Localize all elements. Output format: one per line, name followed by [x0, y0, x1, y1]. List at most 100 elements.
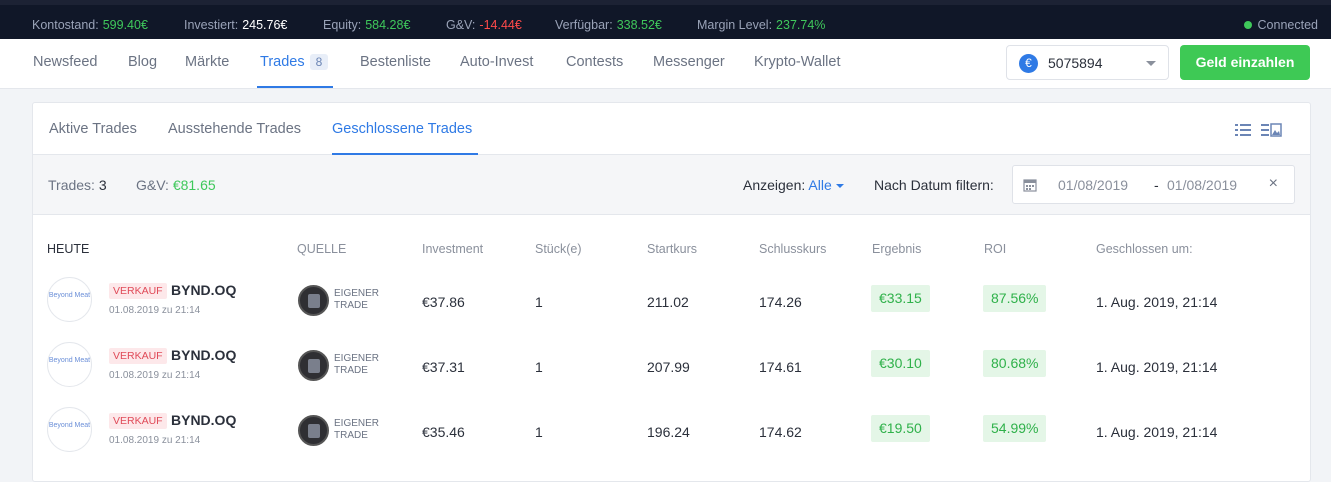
instrument-symbol[interactable]: BYND.OQ [171, 412, 236, 428]
stat-pl: G&V: -14.44€ [446, 18, 522, 32]
trades-tabs: Aktive Trades Ausstehende Trades Geschlo… [33, 103, 1310, 155]
clear-date-icon[interactable]: × [1269, 175, 1278, 193]
side-badge: VERKAUF [109, 348, 167, 364]
roi-badge: 80.68% [983, 350, 1047, 377]
deposit-button[interactable]: Geld einzahlen [1180, 45, 1310, 80]
nav-krypto-wallet[interactable]: Krypto-Wallet [754, 54, 840, 70]
chevron-down-icon [1146, 61, 1156, 66]
company-logo: Beyond Meat [47, 407, 92, 452]
date-to-input[interactable]: 01/08/2019 [1167, 177, 1237, 193]
col-heute: HEUTE [47, 242, 90, 256]
quantity-value: 1 [535, 359, 543, 375]
start-price: 211.02 [647, 294, 689, 310]
tab-closed-trades[interactable]: Geschlossene Trades [332, 121, 472, 137]
account-number: 5075894 [1048, 55, 1103, 71]
close-price: 174.26 [759, 294, 802, 310]
account-selector[interactable]: € 5075894 [1006, 45, 1169, 80]
main-nav: Newsfeed Blog Märkte Trades 8 Bestenliste… [0, 39, 1331, 89]
filter-bar: Trades: 3 G&V: €81.65 Anzeigen: Alle Nac… [33, 155, 1310, 215]
col-investment[interactable]: Investment [422, 242, 483, 256]
nav-bestenliste[interactable]: Bestenliste [360, 54, 431, 70]
stat-value: 338.52€ [616, 18, 662, 32]
account-stats-bar: Kontostand: 599.40€ Investiert: 245.76€ Eq… [0, 0, 1331, 39]
nav-blog[interactable]: Blog [128, 54, 157, 70]
stat-verfuegbar: Verfügbar: 338.52€ [555, 18, 662, 32]
nav-messenger[interactable]: Messenger [653, 54, 725, 70]
connection-status: Connected [1243, 18, 1318, 32]
caret-down-icon [835, 184, 844, 188]
source-label: EIGENER TRADE [334, 418, 379, 442]
instrument-symbol[interactable]: BYND.OQ [171, 282, 236, 298]
stat-equity: Equity: 584.28€ [323, 18, 410, 32]
result-badge: €19.50 [871, 415, 930, 442]
roi-badge: 87.56% [983, 285, 1047, 312]
source-line: EIGENER [334, 418, 380, 429]
trades-count-value: 3 [98, 177, 107, 193]
pl-summary: G&V: €81.65 [136, 177, 216, 193]
euro-icon: € [1019, 54, 1038, 73]
result-badge: €33.15 [871, 285, 930, 312]
show-filter-label: Anzeigen: [743, 177, 806, 193]
date-from-input[interactable]: 01/08/2019 [1058, 177, 1128, 193]
result-badge: €30.10 [871, 350, 930, 377]
nav-trades[interactable]: Trades 8 [260, 54, 329, 70]
col-stueck[interactable]: Stück(e) [535, 242, 582, 256]
table-row[interactable]: Beyond Meat VERKAUF BYND.OQ 01.08.2019 zu 2… [33, 334, 1310, 399]
col-roi[interactable]: ROI [984, 242, 1006, 256]
trades-count-label: Trades: [48, 177, 95, 193]
source-line: TRADE [334, 430, 368, 441]
close-price: 174.62 [759, 424, 802, 440]
date-range-picker[interactable]: 01/08/2019 - 01/08/2019 × [1012, 165, 1295, 204]
side-badge: VERKAUF [109, 283, 167, 299]
stat-value: 237.74% [776, 18, 826, 32]
quantity-value: 1 [535, 424, 543, 440]
nav-newsfeed[interactable]: Newsfeed [33, 54, 97, 70]
nav-auto-invest[interactable]: Auto-Invest [460, 54, 533, 70]
source-label: EIGENER TRADE [334, 288, 379, 312]
source-avatar [298, 415, 329, 446]
investment-value: €37.31 [422, 359, 465, 375]
col-ergebnis[interactable]: Ergebnis [872, 242, 921, 256]
stat-label: Margin Level: [697, 18, 773, 32]
nav-contests[interactable]: Contests [566, 54, 623, 70]
source-avatar [298, 285, 329, 316]
col-geschlossen[interactable]: Geschlossen um: [1096, 242, 1193, 256]
table-header: HEUTE QUELLE Investment Stück(e) Startku… [33, 215, 1310, 257]
instrument-symbol[interactable]: BYND.OQ [171, 347, 236, 363]
source-line: EIGENER [334, 288, 380, 299]
table-row[interactable]: Beyond Meat VERKAUF BYND.OQ 01.08.2019 zu 2… [33, 269, 1310, 334]
pl-summary-label: G&V: [136, 177, 169, 193]
stat-label: Investiert: [184, 18, 239, 32]
opened-time: 01.08.2019 zu 21:14 [109, 370, 201, 381]
source-line: TRADE [334, 365, 368, 376]
closed-at: 1. Aug. 2019, 21:14 [1096, 424, 1218, 440]
stat-label: Equity: [323, 18, 362, 32]
col-startkurs[interactable]: Startkurs [647, 242, 697, 256]
quantity-value: 1 [535, 294, 543, 310]
closed-at: 1. Aug. 2019, 21:14 [1096, 359, 1218, 375]
stat-kontostand: Kontostand: 599.40€ [32, 18, 148, 32]
company-logo: Beyond Meat [47, 342, 92, 387]
trades-count-badge: 8 [309, 54, 329, 70]
col-schlusskurs[interactable]: Schlusskurs [759, 242, 826, 256]
nav-active-indicator [257, 86, 333, 88]
card-view-icon[interactable] [1260, 122, 1282, 138]
nav-trades-label: Trades [260, 54, 305, 70]
table-row[interactable]: Beyond Meat VERKAUF BYND.OQ 01.08.2019 zu 2… [33, 399, 1310, 464]
start-price: 207.99 [647, 359, 690, 375]
trades-card: Aktive Trades Ausstehende Trades Geschlo… [32, 102, 1311, 482]
stat-label: Verfügbar: [555, 18, 613, 32]
date-separator: - [1154, 177, 1159, 193]
source-avatar [298, 350, 329, 381]
opened-time: 01.08.2019 zu 21:14 [109, 305, 201, 316]
tab-pending-trades[interactable]: Ausstehende Trades [168, 121, 301, 137]
calendar-icon [1023, 179, 1037, 192]
show-filter-dropdown[interactable]: Alle [808, 177, 844, 193]
show-filter: Anzeigen: Alle [743, 177, 844, 193]
nav-maerkte[interactable]: Märkte [185, 54, 229, 70]
list-view-icon[interactable] [1234, 122, 1252, 138]
stat-label: Kontostand: [32, 18, 99, 32]
stat-investiert: Investiert: 245.76€ [184, 18, 287, 32]
status-dot-icon [1243, 21, 1252, 29]
tab-active-trades[interactable]: Aktive Trades [49, 121, 137, 137]
